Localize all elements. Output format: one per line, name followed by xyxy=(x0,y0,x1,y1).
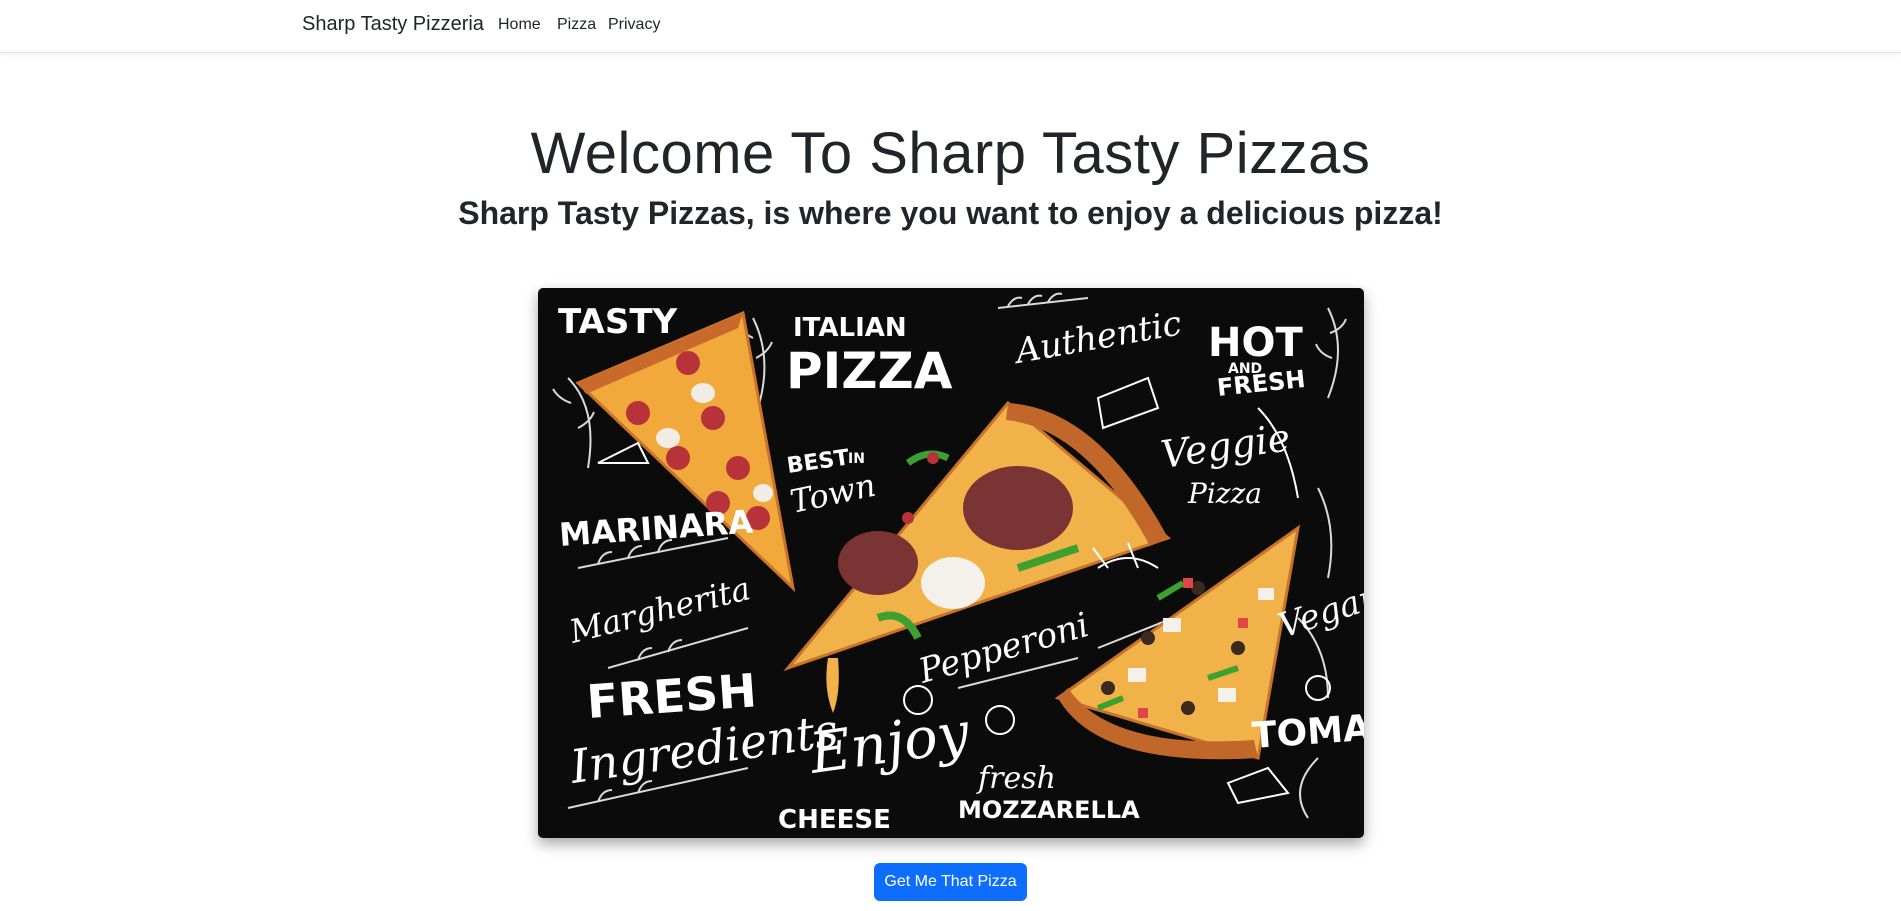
word-pizza: PIZZA xyxy=(786,342,953,400)
nav-link-pizza[interactable]: Pizza xyxy=(557,16,596,34)
word-in: IN xyxy=(848,451,865,467)
word-italian: ITALIAN xyxy=(793,313,907,343)
top-navbar: Sharp Tasty Pizzeria Home Pizza Privacy xyxy=(0,0,1901,53)
word-tasty: TASTY xyxy=(558,302,678,342)
word-cheese: CHEESE xyxy=(778,805,891,835)
word-mozzarella: MOZZARELLA xyxy=(958,796,1140,824)
word-marinara: MARINARA xyxy=(558,503,755,554)
word-margherita: Margherita xyxy=(565,569,754,651)
pizza-chalkboard-image: TASTY ITALIAN PIZZA Authentic HOT AND FR… xyxy=(538,288,1364,838)
word-veggie-pizza: Pizza xyxy=(1187,477,1262,510)
page-subtitle: Sharp Tasty Pizzas, is where you want to… xyxy=(458,195,1443,231)
word-authentic: Authentic xyxy=(1010,303,1185,372)
word-fresh-small: fresh xyxy=(976,761,1056,796)
page-title: Welcome To Sharp Tasty Pizzas xyxy=(530,121,1371,186)
word-hot: HOT xyxy=(1208,320,1303,366)
brand-link[interactable]: Sharp Tasty Pizzeria xyxy=(302,13,484,36)
get-pizza-button[interactable]: Get Me That Pizza xyxy=(874,863,1027,901)
nav-link-home[interactable]: Home xyxy=(498,16,541,34)
word-tomato: TOMATO xyxy=(1251,704,1364,757)
nav-link-privacy[interactable]: Privacy xyxy=(608,16,660,34)
word-pepperoni: Pepperoni xyxy=(913,605,1093,692)
